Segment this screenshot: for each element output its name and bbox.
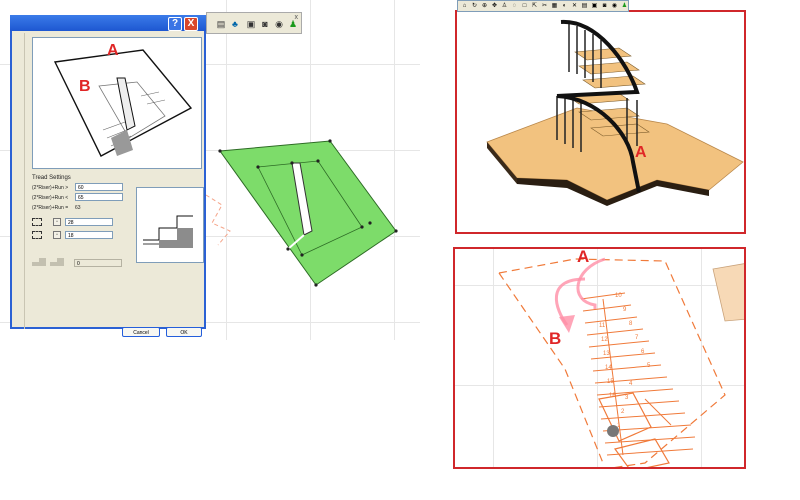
tread-number: 1 [617,423,621,429]
plan-icon[interactable]: ▣ [590,2,599,11]
tread-number: 2 [621,409,625,415]
preview-label-a: A [107,42,119,59]
tread-number: 14 [605,365,612,371]
tread-number: 5 [647,363,651,369]
tread-number: 7 [635,335,639,341]
tread-number: 6 [641,349,645,355]
tread-number: 3 [625,395,629,401]
toolbar-close-icon[interactable]: x [295,14,299,21]
cut-icon[interactable]: ✂ [540,2,549,11]
riser-run-value-label: (2*Riser)+Run = [32,205,69,211]
preview-label-b: B [79,78,91,95]
tread-section-drawing [143,215,193,248]
plan-marker-a: A [577,247,590,266]
camera-icon[interactable]: ◙ [259,18,271,30]
pan-icon[interactable]: ✥ [490,2,499,11]
tread-depth-icon [32,218,42,226]
tread-number: 12 [601,337,608,343]
2d-plan-panel[interactable]: 10 9 8 7 6 5 4 3 2 1 11 12 13 14 15 16 A… [453,247,746,469]
stair-plan-drawing [498,257,744,467]
view-toolbar[interactable]: ▤ ♣ ▣ ◙ ◉ ♟ x [206,12,302,34]
riser-run-min-field[interactable]: 60 [75,183,123,191]
eye-icon[interactable]: ◉ [610,2,619,11]
home-icon[interactable]: ⌂ [460,2,469,11]
tread-number: 8 [629,321,633,327]
nosing-icon[interactable] [32,258,46,266]
tread-settings-title: Tread Settings [32,175,71,181]
select-icon[interactable]: ⇱ [530,2,539,11]
nosing-field: 0 [74,259,122,267]
document-icon[interactable]: ▤ [580,2,589,11]
riser-run-value: 63 [75,205,81,211]
ok-button[interactable]: OK [166,327,202,337]
link-thickness-button[interactable]: ▫ [53,231,61,239]
figure-icon[interactable]: ♟ [620,2,629,11]
rotate-icon[interactable]: ↻ [470,2,479,11]
help-button[interactable]: ? [168,17,182,31]
riser-run-max-label: (2*Riser)+Run < [32,195,69,201]
tread-number: 11 [599,323,606,329]
tread-depth-field[interactable]: 28 [65,218,113,226]
ghost-outline [205,194,231,246]
tread-number: 10 [615,293,622,299]
tread-number: 15 [607,379,614,385]
tread-thickness-field[interactable]: 18 [65,231,113,239]
link-depth-button[interactable]: ▫ [53,218,61,226]
3d-view-marker-a: A [635,144,647,161]
zoom-icon[interactable]: ⊕ [480,2,489,11]
camera-icon[interactable]: ◙ [600,2,609,11]
tread-number: 16 [609,393,616,399]
eye-icon[interactable]: ◉ [273,18,285,30]
stair-settings-dialog[interactable]: A B Tread Settings (2*Riser)+Run > 60 (2… [10,15,206,337]
shade-icon[interactable]: ◐ [560,2,569,11]
nosing-alt-icon[interactable] [50,258,64,266]
walk-icon[interactable]: ♙ [500,2,509,11]
tread-thickness-icon [32,231,42,239]
orbit-icon[interactable]: ◌ [510,2,519,11]
3d-stair-render [486,19,744,206]
tread-number: 4 [629,381,633,387]
document-icon[interactable]: ▤ [215,18,227,30]
stair-preview: A B [32,37,202,169]
tread-number: 13 [603,351,610,357]
dialog-sidebar [12,33,25,329]
tread-section-preview [136,187,204,263]
fit-icon[interactable]: □ [520,2,529,11]
close-view-icon[interactable]: ✕ [570,2,579,11]
tread-number: 9 [623,307,627,313]
close-button[interactable]: X [184,17,198,31]
plan-icon[interactable]: ▣ [245,18,257,30]
plan-marker-b: B [549,329,562,348]
3d-view-toolbar[interactable]: ⌂ ↻ ⊕ ✥ ♙ ◌ □ ⇱ ✂ ▦ ◐ ✕ ▤ ▣ ◙ ◉ ♟ [457,0,629,12]
layer-icon[interactable]: ▦ [550,2,559,11]
riser-run-max-field[interactable]: 65 [75,193,123,201]
stair-icon[interactable]: ♣ [229,18,241,30]
riser-run-min-label: (2*Riser)+Run > [32,185,69,191]
cancel-button[interactable]: Cancel [122,327,160,337]
dialog-titlebar[interactable]: ? X [10,15,206,31]
stair-plan-view[interactable] [200,135,400,290]
3d-view-panel[interactable]: A [455,10,746,234]
